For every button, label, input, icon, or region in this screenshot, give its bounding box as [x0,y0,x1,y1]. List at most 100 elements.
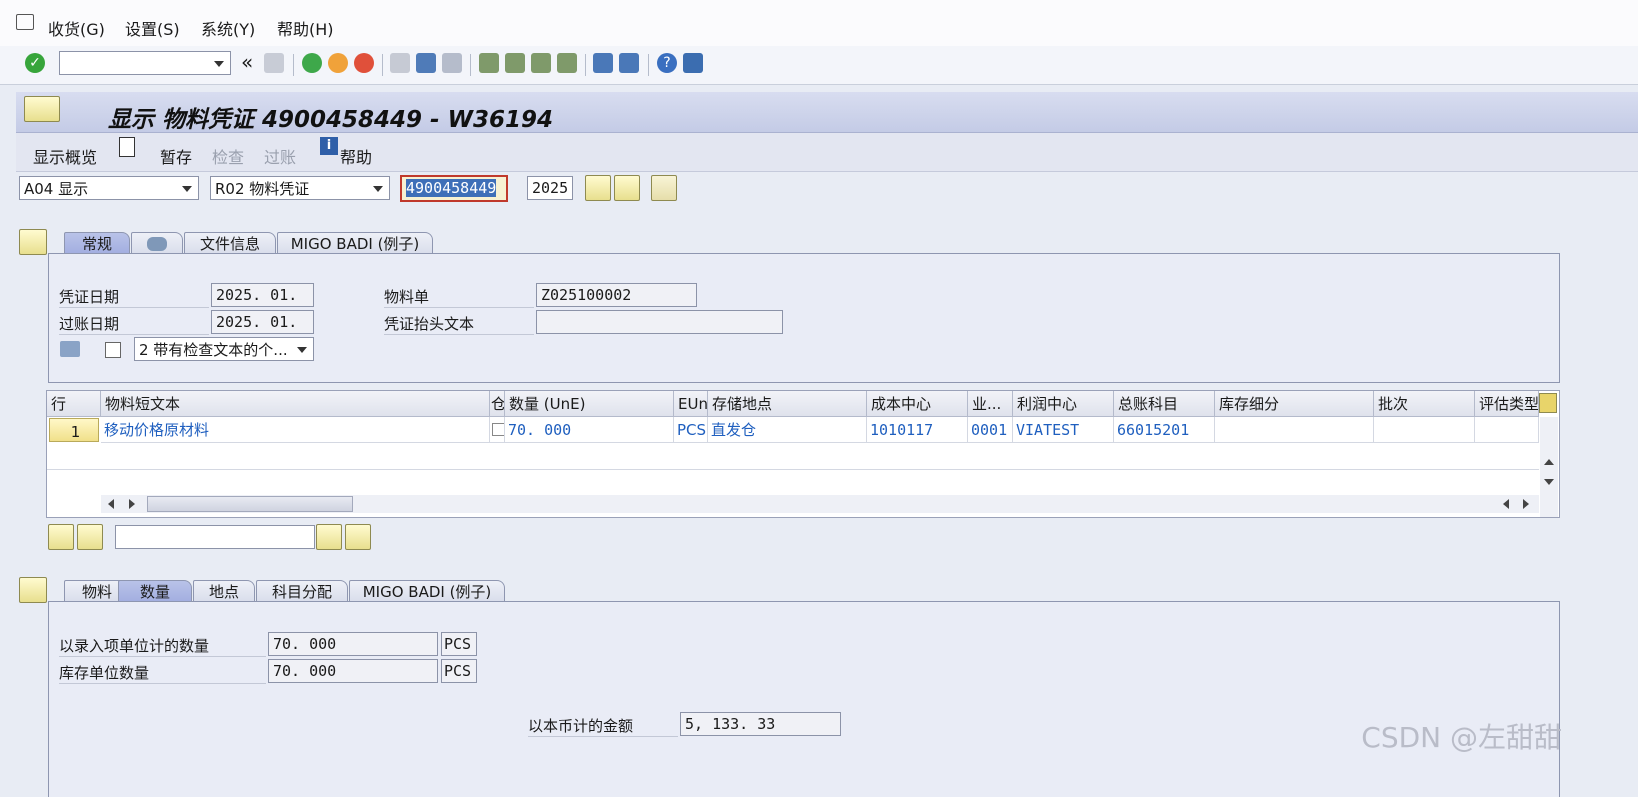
tab-partner[interactable] [131,232,183,254]
exit-icon[interactable] [328,53,348,73]
calculator-icon[interactable] [651,175,677,201]
hold-button[interactable]: 暂存 [160,144,192,168]
tab-account-assignment[interactable]: 科目分配 [256,580,348,602]
print-icon[interactable] [390,53,410,73]
command-field[interactable] [59,51,231,75]
year-input[interactable]: 2025 [527,176,573,200]
scroll-up-icon[interactable] [1544,459,1554,465]
partner-icon [147,237,167,251]
enter-check-icon[interactable]: ✓ [25,53,45,73]
next-page-icon[interactable] [531,53,551,73]
reference-select[interactable]: R02 物料凭证 [210,176,390,200]
table-row-empty [47,469,1539,493]
col-header-short-text[interactable]: 物料短文本 [101,391,490,417]
post-date-label: 过账日期 [59,313,209,335]
header-toggle-icon[interactable] [19,229,47,255]
col-header-valuation-type[interactable]: 评估类型 [1475,391,1539,417]
tab-migo-badi-header[interactable]: MIGO BADI (例子) [277,232,433,254]
cell-gl-account: 66015201 [1114,417,1215,443]
cell-ok-checkbox[interactable] [490,417,505,443]
expand-rows-icon[interactable] [48,524,74,550]
tab-document-info[interactable]: 文件信息 [184,232,276,254]
print-checkbox[interactable] [105,342,121,358]
collapse-icon[interactable]: « [241,50,253,74]
cell-batch [1374,417,1475,443]
info-icon: i [320,137,338,155]
cell-quantity: 70. 000 [505,417,674,443]
tab-general[interactable]: 常规 [64,232,130,254]
row-line-number[interactable]: 1 [49,418,99,442]
col-header-quantity[interactable]: 数量 (UnE) [505,391,674,417]
watermark: CSDN @左甜甜 [1361,721,1562,754]
tab-migo-badi-item[interactable]: MIGO BADI (例子) [349,580,505,602]
shortcut-icon[interactable] [619,53,639,73]
previous-page-icon[interactable] [505,53,525,73]
menu-goods-receipt[interactable]: 收货(G) [48,16,105,40]
save-icon[interactable] [264,53,284,73]
qty-entry-unit: PCS [441,632,477,656]
cell-profit-center: VIATEST [1013,417,1114,443]
print-option-select[interactable]: 2 带有检查文本的个... [134,337,314,361]
last-page-icon[interactable] [557,53,577,73]
scroll-right-end-icon[interactable] [1523,499,1529,509]
scroll-right-icon[interactable] [129,499,135,509]
amount-label: 以本币计的金额 [528,715,678,737]
collapse-rows-icon[interactable] [77,524,103,550]
search-icon[interactable] [614,175,640,201]
col-header-ok[interactable]: 仓 [490,391,505,417]
scroll-left-end-icon[interactable] [1503,499,1509,509]
col-header-unit[interactable]: EUn [674,391,708,417]
table-search-input[interactable] [115,525,315,549]
col-header-line[interactable]: 行 [47,391,101,417]
exit-menu-icon[interactable] [16,14,34,30]
amount-field: 5, 133. 33 [680,712,841,736]
page-title: 显示 物料凭证 4900458449 - W36194 [108,107,553,133]
col-header-stock-segment[interactable]: 库存细分 [1215,391,1374,417]
post-button[interactable]: 过账 [264,144,296,168]
col-header-business-area[interactable]: 业... [968,391,1013,417]
bill-field: Z025100002 [536,283,697,307]
col-header-cost-center[interactable]: 成本中心 [867,391,968,417]
document-number-input[interactable]: 4900458449 [400,175,508,202]
vertical-scrollbar[interactable] [1540,417,1558,517]
qty-stock-label: 库存单位数量 [59,662,266,684]
find-icon[interactable] [416,53,436,73]
tab-location[interactable]: 地点 [193,580,255,602]
table-find-next-icon[interactable] [345,524,371,550]
scroll-left-icon[interactable] [108,499,114,509]
post-date-field: 2025. 01. 14 [211,310,314,353]
header-text-field [536,310,783,334]
table-settings-icon[interactable] [1539,393,1557,413]
cell-stock-segment [1215,417,1374,443]
menu-help[interactable]: 帮助(H) [277,16,334,40]
action-select[interactable]: A04 显示 [19,176,199,200]
new-document-icon[interactable] [119,137,135,157]
menu-settings[interactable]: 设置(S) [125,16,180,40]
tab-quantity[interactable]: 数量 [118,580,192,602]
item-detail-toggle-icon[interactable] [19,577,47,603]
help-button[interactable]: 帮助 [340,144,372,168]
show-overview-button[interactable]: 显示概览 [33,144,97,168]
first-page-icon[interactable] [479,53,499,73]
cancel-icon[interactable] [354,53,374,73]
check-button[interactable]: 检查 [212,144,244,168]
col-header-storage-location[interactable]: 存储地点 [708,391,867,417]
new-session-icon[interactable] [593,53,613,73]
help-icon[interactable]: ? [657,53,677,73]
find-next-icon[interactable] [442,53,462,73]
qty-stock-unit: PCS [441,659,477,683]
services-menu-icon[interactable] [24,96,60,122]
scroll-down-icon[interactable] [1544,479,1554,485]
table-find-icon[interactable] [316,524,342,550]
layout-menu-icon[interactable] [683,53,703,73]
menu-system[interactable]: 系统(Y) [201,16,255,40]
col-header-profit-center[interactable]: 利润中心 [1013,391,1114,417]
col-header-gl-account[interactable]: 总账科目 [1114,391,1215,417]
cell-cost-center: 1010117 [867,417,968,443]
col-header-batch[interactable]: 批次 [1374,391,1475,417]
printer-icon [60,341,80,357]
qty-entry-field: 70. 000 [268,632,438,656]
horizontal-scroll-thumb[interactable] [147,496,353,512]
execute-icon[interactable] [585,175,611,201]
back-icon[interactable] [302,53,322,73]
